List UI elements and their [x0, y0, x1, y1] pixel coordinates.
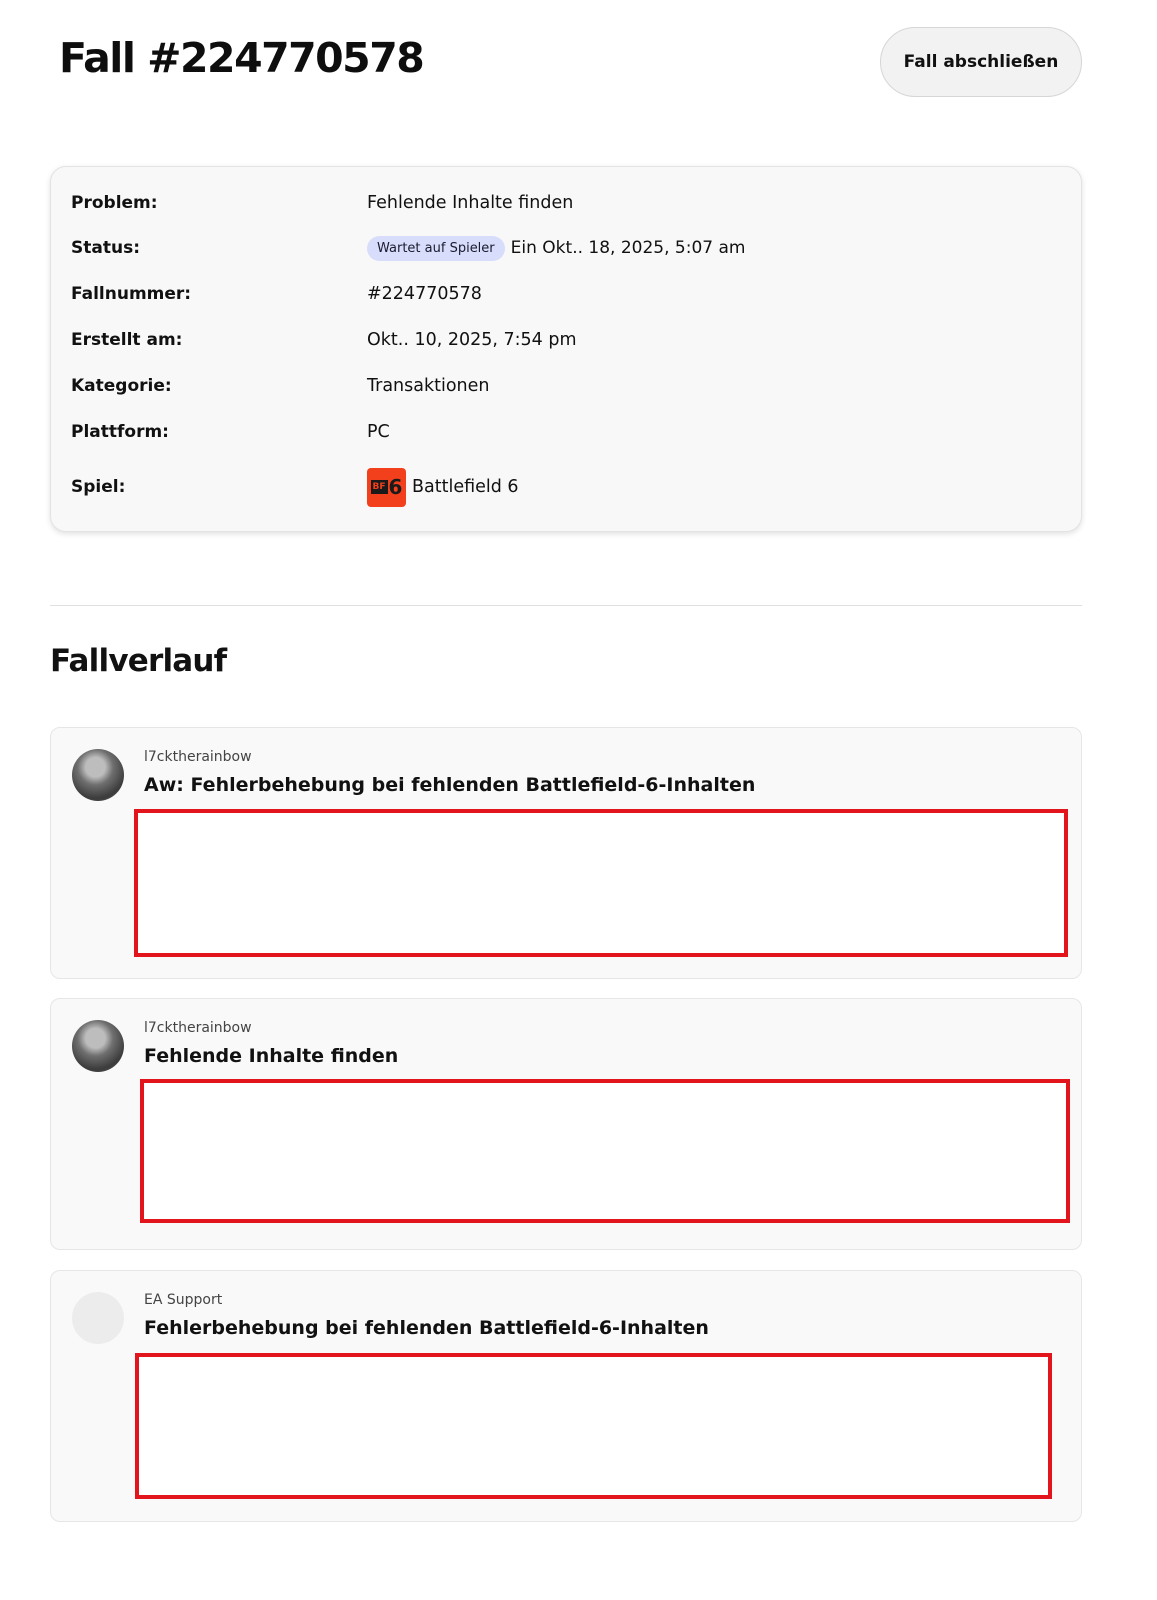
message-author: l7cktherainbow: [144, 1020, 252, 1036]
status-date: Ein Okt.. 18, 2025, 5:07 am: [510, 238, 746, 258]
created-label: Erstellt am:: [71, 330, 183, 350]
message-author: l7cktherainbow: [144, 749, 252, 765]
close-case-button[interactable]: Fall abschließen: [880, 27, 1082, 97]
logo-text-bf: BF: [370, 480, 388, 494]
history-message: EA Support Fehlerbehebung bei fehlenden …: [50, 1270, 1082, 1522]
case-page: Fall #224770578 Fall abschließen Problem…: [0, 0, 1157, 1600]
game-value: BF 6 Battlefield 6: [367, 467, 519, 507]
game-label: Spiel:: [71, 477, 126, 497]
history-message: l7cktherainbow Fehlende Inhalte finden: [50, 998, 1082, 1250]
created-value: Okt.. 10, 2025, 7:54 pm: [367, 330, 577, 350]
detail-row-created: Erstellt am: Okt.. 10, 2025, 7:54 pm: [51, 325, 1081, 355]
detail-row-case-number: Fallnummer: #224770578: [51, 279, 1081, 309]
case-details-card: Problem: Fehlende Inhalte finden Status:…: [50, 166, 1082, 532]
detail-row-problem: Problem: Fehlende Inhalte finden: [51, 188, 1081, 218]
game-name: Battlefield 6: [412, 477, 519, 497]
case-number-value: #224770578: [367, 284, 482, 304]
section-divider: [50, 605, 1082, 606]
problem-value: Fehlende Inhalte finden: [367, 193, 574, 213]
detail-row-category: Kategorie: Transaktionen: [51, 371, 1081, 401]
avatar: [72, 1292, 124, 1344]
detail-row-status: Status: Wartet auf Spieler Ein Okt.. 18,…: [51, 233, 1081, 263]
history-title: Fallverlauf: [50, 643, 227, 679]
platform-label: Plattform:: [71, 422, 169, 442]
avatar: [72, 749, 124, 801]
category-value: Transaktionen: [367, 376, 490, 396]
message-subject: Fehlende Inhalte finden: [144, 1045, 399, 1067]
problem-label: Problem:: [71, 193, 158, 213]
detail-row-game: Spiel: BF 6 Battlefield 6: [51, 467, 1081, 507]
battlefield-logo-icon: BF 6: [367, 467, 406, 507]
case-number-label: Fallnummer:: [71, 284, 192, 304]
platform-value: PC: [367, 422, 390, 442]
message-subject: Aw: Fehlerbehebung bei fehlenden Battlef…: [144, 774, 756, 796]
status-label: Status:: [71, 238, 140, 258]
status-badge: Wartet auf Spieler: [367, 235, 505, 261]
logo-text-six: 6: [388, 475, 403, 499]
message-subject: Fehlerbehebung bei fehlenden Battlefield…: [144, 1317, 709, 1339]
detail-row-platform: Plattform: PC: [51, 417, 1081, 447]
category-label: Kategorie:: [71, 376, 172, 396]
redacted-message-body: [140, 1079, 1070, 1223]
redacted-message-body: [134, 809, 1068, 957]
status-value: Wartet auf Spieler Ein Okt.. 18, 2025, 5…: [367, 235, 746, 261]
message-author: EA Support: [144, 1292, 223, 1308]
history-message: l7cktherainbow Aw: Fehlerbehebung bei fe…: [50, 727, 1082, 979]
avatar: [72, 1020, 124, 1072]
page-title: Fall #224770578: [59, 34, 425, 82]
redacted-message-body: [135, 1353, 1052, 1499]
page-header: Fall #224770578 Fall abschließen: [0, 0, 1157, 130]
